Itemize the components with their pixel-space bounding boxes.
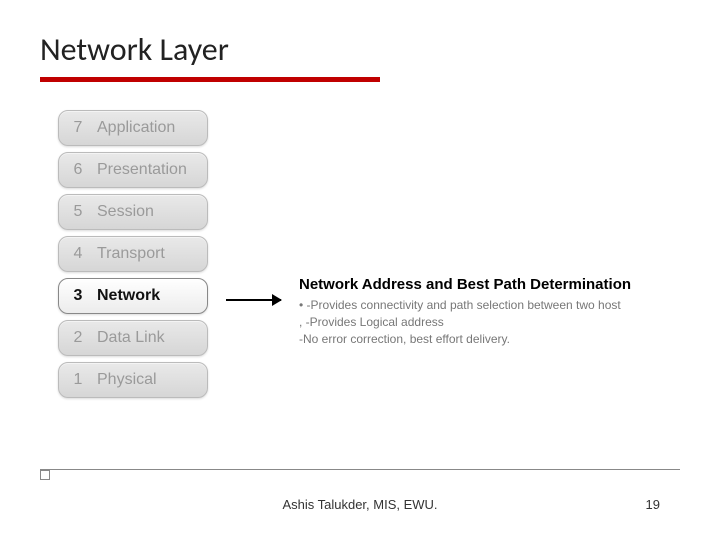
arrow-right-icon [226, 299, 281, 301]
content-area: 7 Application 6 Presentation 5 Session 4… [40, 110, 680, 398]
slide-title: Network Layer [40, 30, 680, 69]
layer-number: 2 [69, 329, 87, 347]
detail-line-1: • -Provides connectivity and path select… [299, 297, 631, 314]
layer-2-datalink: 2 Data Link [58, 320, 208, 356]
layer-3-network: 3 Network [58, 278, 208, 314]
layer-label: Network [97, 287, 160, 305]
footer-page-number: 19 [646, 497, 660, 512]
title-underline [40, 77, 380, 82]
footer-author: Ashis Talukder, MIS, EWU. [282, 497, 437, 512]
layer-detail: Network Address and Best Path Determinat… [299, 276, 631, 347]
layer-1-physical: 1 Physical [58, 362, 208, 398]
layer-6-presentation: 6 Presentation [58, 152, 208, 188]
detail-line-2: , -Provides Logical address [299, 314, 631, 331]
arrow-column [226, 282, 281, 318]
layer-number: 7 [69, 119, 87, 137]
layer-label: Transport [97, 245, 165, 263]
layer-number: 5 [69, 203, 87, 221]
layer-label: Application [97, 119, 175, 137]
layer-label: Physical [97, 371, 157, 389]
layer-number: 6 [69, 161, 87, 179]
detail-line-3: -No error correction, best effort delive… [299, 331, 631, 348]
footer-square-icon [40, 470, 50, 480]
layer-5-session: 5 Session [58, 194, 208, 230]
osi-layers-stack: 7 Application 6 Presentation 5 Session 4… [58, 110, 208, 398]
layer-number: 4 [69, 245, 87, 263]
layer-7-application: 7 Application [58, 110, 208, 146]
footer-divider [40, 469, 680, 470]
layer-label: Data Link [97, 329, 165, 347]
detail-heading: Network Address and Best Path Determinat… [299, 276, 631, 293]
layer-label: Session [97, 203, 154, 221]
layer-number: 1 [69, 371, 87, 389]
layer-number: 3 [69, 287, 87, 305]
layer-4-transport: 4 Transport [58, 236, 208, 272]
layer-label: Presentation [97, 161, 187, 179]
slide-footer: Ashis Talukder, MIS, EWU. 19 [0, 497, 720, 512]
